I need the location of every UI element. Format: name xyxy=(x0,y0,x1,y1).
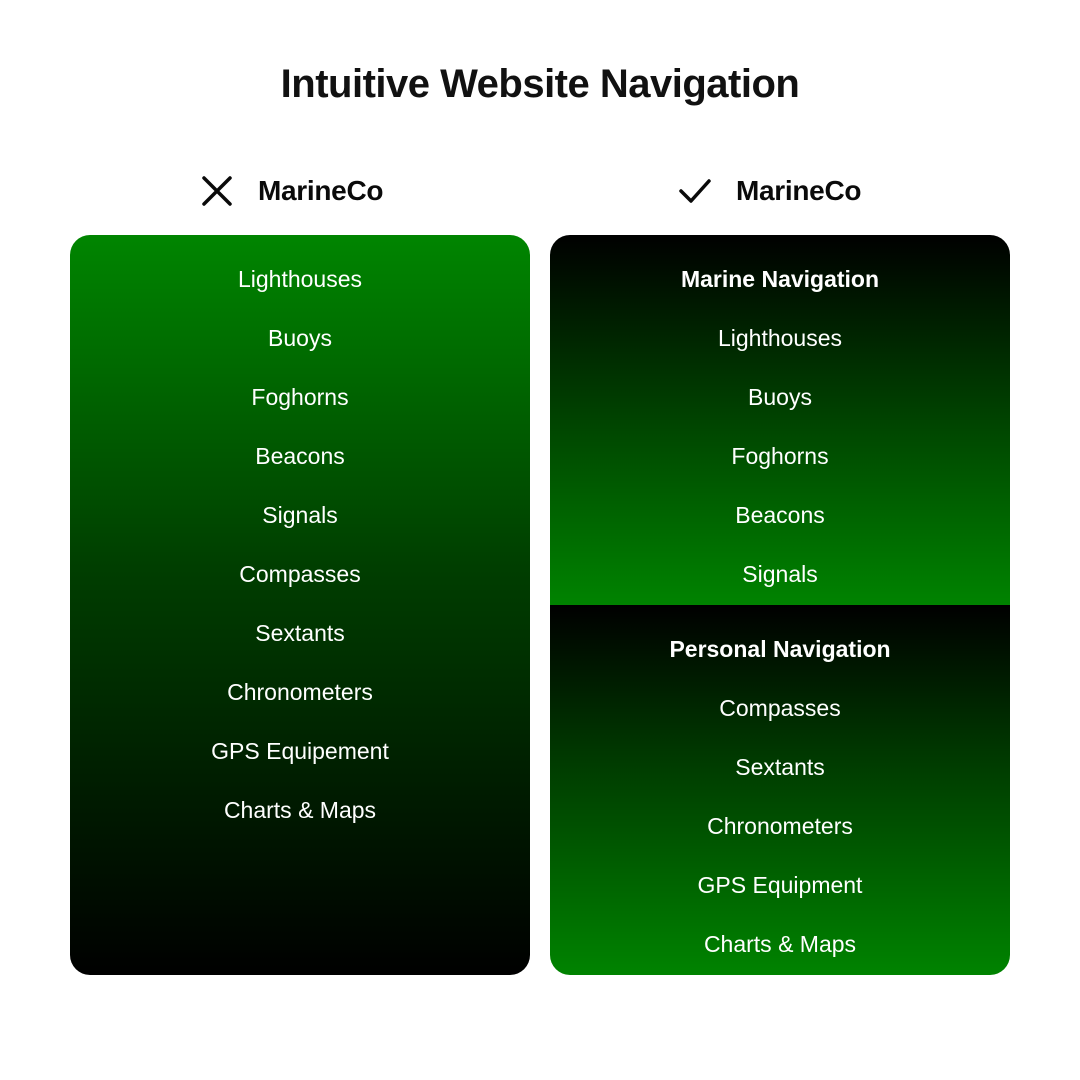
nav-item[interactable]: Foghorns xyxy=(70,376,530,435)
nav-item[interactable]: Sextants xyxy=(70,612,530,671)
grouped-nav-menu: Marine Navigation Lighthouses Buoys Fogh… xyxy=(550,235,1010,975)
nav-item[interactable]: Chronometers xyxy=(70,671,530,730)
brand-name: MarineCo xyxy=(736,175,862,206)
page-title: Intuitive Website Navigation xyxy=(280,62,800,106)
brand-name: MarineCo xyxy=(258,175,384,206)
nav-group-marine: Marine Navigation Lighthouses Buoys Fogh… xyxy=(550,235,1010,605)
nav-item[interactable]: Buoys xyxy=(550,376,1010,435)
nav-item[interactable]: Beacons xyxy=(550,494,1010,553)
nav-group-heading[interactable]: Personal Navigation xyxy=(550,628,1010,687)
nav-item[interactable]: Signals xyxy=(70,494,530,553)
nav-group-personal: Personal Navigation Compasses Sextants C… xyxy=(550,605,1010,975)
nav-item[interactable]: Beacons xyxy=(70,435,530,494)
nav-group-heading[interactable]: Marine Navigation xyxy=(550,258,1010,317)
nav-item[interactable]: Buoys xyxy=(70,317,530,376)
flat-nav-menu: Lighthouses Buoys Foghorns Beacons Signa… xyxy=(70,235,530,975)
bad-example-header: MarineCo xyxy=(200,168,383,214)
nav-item[interactable]: GPS Equipment xyxy=(550,864,1010,923)
checkmark-icon xyxy=(679,179,711,203)
nav-item[interactable]: Lighthouses xyxy=(550,317,1010,376)
good-example-header: MarineCo xyxy=(678,168,861,214)
nav-item[interactable]: Compasses xyxy=(70,553,530,612)
nav-item[interactable]: Chronometers xyxy=(550,805,1010,864)
nav-item[interactable]: Charts & Maps xyxy=(70,789,530,848)
nav-item[interactable]: GPS Equipement xyxy=(70,730,530,789)
x-cross-icon xyxy=(202,176,232,206)
nav-item[interactable]: Compasses xyxy=(550,687,1010,746)
nav-item[interactable]: Foghorns xyxy=(550,435,1010,494)
nav-item[interactable]: Charts & Maps xyxy=(550,923,1010,975)
nav-item[interactable]: Lighthouses xyxy=(70,258,530,317)
nav-item[interactable]: Sextants xyxy=(550,746,1010,805)
nav-item[interactable]: Signals xyxy=(550,553,1010,612)
